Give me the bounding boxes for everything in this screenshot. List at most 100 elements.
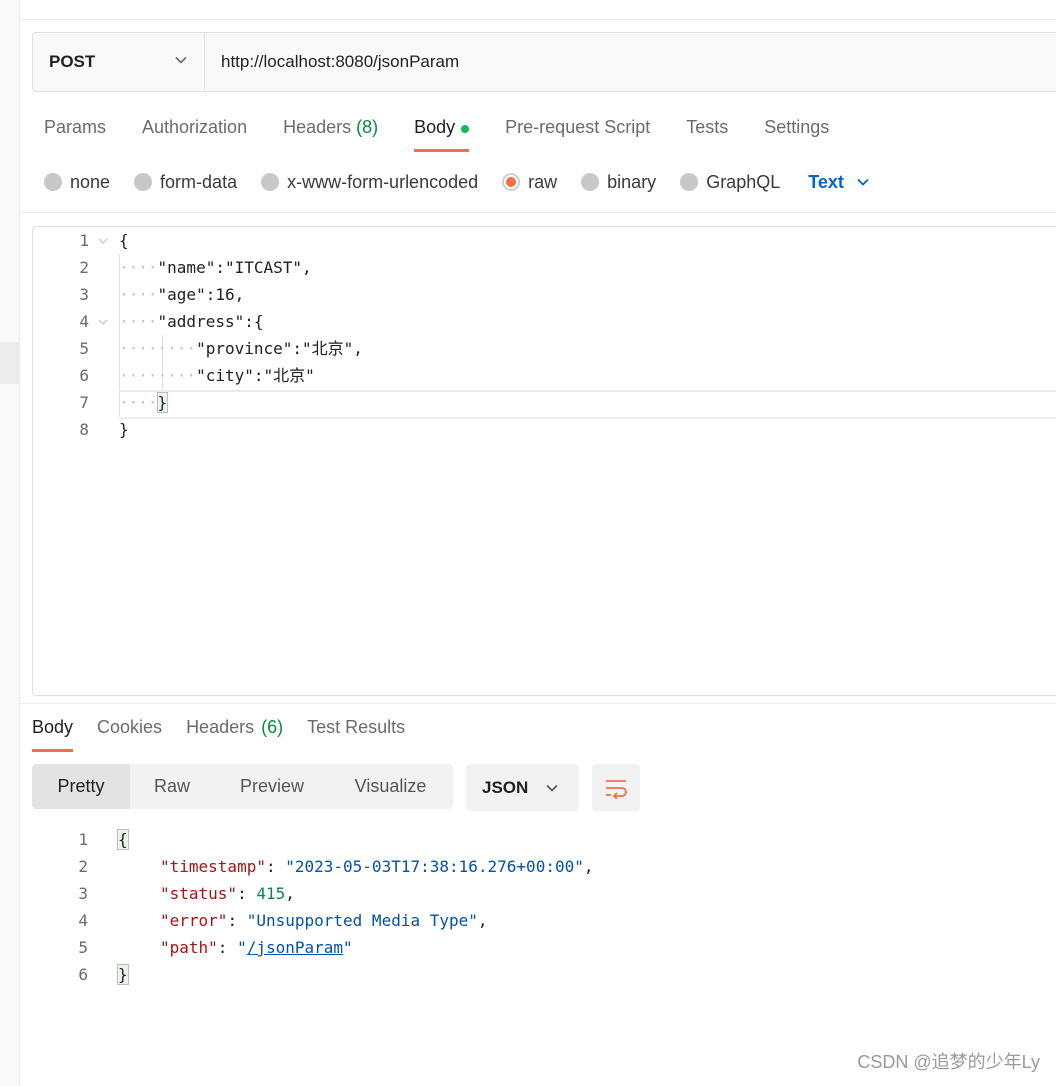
whitespace-marker: ···· xyxy=(119,312,158,331)
line-number: 2 xyxy=(79,258,89,277)
radio-form-data-label: form-data xyxy=(160,171,238,192)
radio-none[interactable]: none xyxy=(44,172,110,193)
view-pretty-button[interactable]: Pretty xyxy=(32,764,130,809)
code-token: { xyxy=(119,231,129,250)
resp-tab-cookies[interactable]: Cookies xyxy=(97,712,162,752)
view-pretty-label: Pretty xyxy=(57,776,105,796)
code-text: ····"address":{ xyxy=(119,308,264,335)
tab-prerequest-label: Pre-request Script xyxy=(505,117,651,137)
line-number: 4 xyxy=(79,312,89,331)
response-body-viewer: 1 { 2 "timestamp": "2023-05-03T17:38:16.… xyxy=(32,826,1056,996)
code-token: } xyxy=(119,420,129,439)
request-tabs: Params Authorization Headers (8) Body Pre… xyxy=(44,110,865,152)
wrap-lines-button[interactable] xyxy=(592,764,640,811)
tab-body[interactable]: Body xyxy=(414,110,470,152)
code-line: 3 ····"age":16, xyxy=(33,281,1056,308)
resp-tab-body[interactable]: Body xyxy=(32,712,74,752)
radio-graphql[interactable]: GraphQL xyxy=(680,172,780,193)
code-text: ····} xyxy=(119,389,169,416)
radio-circle xyxy=(134,173,153,191)
code-text: ····"age":16, xyxy=(119,281,244,308)
whitespace-marker: ···· xyxy=(119,258,158,277)
body-type-options: none form-data x-www-form-urlencoded raw… xyxy=(44,170,870,194)
radio-circle xyxy=(680,173,699,191)
tab-authorization[interactable]: Authorization xyxy=(142,110,247,152)
code-token: "age":16, xyxy=(157,285,245,304)
response-tabs: Body Cookies Headers (6) Test Results xyxy=(32,712,429,752)
line-number: 5 xyxy=(78,938,88,957)
tab-params-label: Params xyxy=(44,117,107,137)
code-text: "path": "/jsonParam" xyxy=(160,938,353,957)
chevron-down-icon xyxy=(857,178,869,186)
code-text: ········"city":"北京" xyxy=(119,362,315,389)
tab-tests[interactable]: Tests xyxy=(686,110,728,152)
path-link[interactable]: /jsonParam xyxy=(247,938,343,957)
resp-tab-test-results[interactable]: Test Results xyxy=(307,712,405,752)
resp-tab-headers[interactable]: Headers (6) xyxy=(186,712,283,752)
matched-brace: { xyxy=(117,829,129,850)
view-visualize-button[interactable]: Visualize xyxy=(330,764,451,809)
view-visualize-label: Visualize xyxy=(354,776,427,796)
code-text: } xyxy=(117,961,129,988)
radio-none-label: none xyxy=(70,171,111,192)
tab-settings[interactable]: Settings xyxy=(764,110,829,152)
wrap-lines-icon xyxy=(606,779,627,799)
whitespace-marker: ········ xyxy=(119,366,197,385)
fold-chevron-icon[interactable] xyxy=(97,235,109,247)
tab-body-label: Body xyxy=(414,117,456,137)
response-format-dropdown[interactable]: JSON xyxy=(466,764,579,811)
chevron-down-icon xyxy=(546,784,558,792)
tab-headers[interactable]: Headers (8) xyxy=(283,110,378,152)
radio-urlencoded[interactable]: x-www-form-urlencoded xyxy=(261,172,478,193)
code-line: 4 ····"address":{ xyxy=(33,308,1056,335)
code-line: 4 "error": "Unsupported Media Type", xyxy=(32,907,1056,934)
fold-chevron-icon[interactable] xyxy=(97,316,109,328)
code-line: 2 ····"name":"ITCAST", xyxy=(33,254,1056,281)
code-line: 1 { xyxy=(33,227,1056,254)
code-line: 2 "timestamp": "2023-05-03T17:38:16.276+… xyxy=(32,853,1056,880)
radio-circle xyxy=(44,173,62,191)
tab-prerequest[interactable]: Pre-request Script xyxy=(505,110,650,152)
raw-format-dropdown[interactable]: Text xyxy=(808,172,870,193)
raw-format-label: Text xyxy=(808,171,844,192)
view-raw-button[interactable]: Raw xyxy=(130,764,214,809)
method-select[interactable]: POST xyxy=(33,33,205,91)
code-text: "error": "Unsupported Media Type", xyxy=(160,911,488,930)
radio-raw-label: raw xyxy=(528,171,558,192)
line-number: 3 xyxy=(79,285,89,304)
view-mode-segmented: Pretty Raw Preview Visualize xyxy=(32,764,453,809)
radio-graphql-label: GraphQL xyxy=(706,171,781,192)
json-key: "path" xyxy=(160,938,218,957)
view-preview-button[interactable]: Preview xyxy=(214,764,330,809)
url-text: http://localhost:8080/jsonParam xyxy=(221,52,460,71)
chevron-down-icon xyxy=(175,56,187,64)
resp-tab-test-results-label: Test Results xyxy=(307,717,406,737)
radio-form-data[interactable]: form-data xyxy=(134,172,237,193)
tab-params[interactable]: Params xyxy=(44,110,106,152)
line-number: 8 xyxy=(79,420,89,439)
json-key: "error" xyxy=(160,911,228,930)
request-url-bar: POST http://localhost:8080/jsonParam xyxy=(32,32,1056,92)
line-number: 6 xyxy=(79,366,89,385)
request-body-editor[interactable]: 1 { 2 ····"name":"ITCAST", 3 ····"age":1… xyxy=(32,226,1056,696)
line-number: 6 xyxy=(78,965,88,984)
line-number: 1 xyxy=(78,830,88,849)
code-text: { xyxy=(117,826,129,853)
view-preview-label: Preview xyxy=(239,776,305,796)
json-number: 415 xyxy=(256,884,286,903)
whitespace-marker: ···· xyxy=(119,393,158,412)
radio-circle xyxy=(581,173,600,191)
matched-brace: } xyxy=(156,392,169,413)
radio-raw[interactable]: raw xyxy=(502,172,557,193)
divider xyxy=(19,703,1056,704)
radio-binary-label: binary xyxy=(607,171,657,192)
body-indicator-dot xyxy=(461,125,470,133)
tab-authorization-label: Authorization xyxy=(142,117,248,137)
sidebar-strip xyxy=(0,0,20,1086)
url-input[interactable]: http://localhost:8080/jsonParam xyxy=(205,33,459,91)
headers-count: (8) xyxy=(356,117,379,137)
radio-binary[interactable]: binary xyxy=(581,172,656,193)
tab-tests-label: Tests xyxy=(686,117,729,137)
tab-settings-label: Settings xyxy=(764,117,830,137)
code-text: ········"province":"北京", xyxy=(119,335,363,362)
